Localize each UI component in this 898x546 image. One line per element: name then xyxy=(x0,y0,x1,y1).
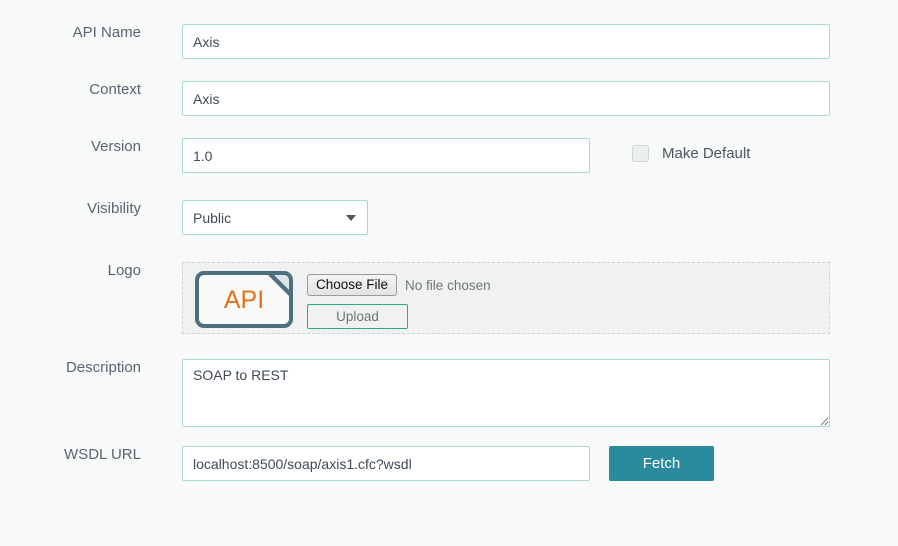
make-default-label: Make Default xyxy=(662,145,751,162)
form-row-logo: Logo API Choose File No file chosen Uplo… xyxy=(0,262,830,334)
visibility-label: Visibility xyxy=(87,200,141,217)
upload-button[interactable]: Upload xyxy=(307,304,408,329)
api-name-input[interactable] xyxy=(182,24,830,59)
visibility-field-wrap: Public xyxy=(182,200,368,235)
version-field-wrap xyxy=(182,138,590,173)
api-icon-text: API xyxy=(223,286,265,314)
version-label: Version xyxy=(90,138,141,155)
description-label: Description xyxy=(65,359,141,376)
form-row-description: Description SOAP to REST xyxy=(0,359,830,427)
logo-label: Logo xyxy=(107,262,141,279)
wsdl-url-input[interactable] xyxy=(182,446,590,481)
context-label: Context xyxy=(89,81,141,98)
form-row-api-name: API Name xyxy=(0,24,830,59)
api-document-icon: API xyxy=(195,271,293,328)
api-create-form: API Name Context Version Make Default Vi… xyxy=(0,0,898,546)
make-default-checkbox[interactable] xyxy=(632,145,649,162)
form-row-version: Version xyxy=(0,138,590,173)
logo-field-wrap: API Choose File No file chosen Upload xyxy=(182,262,830,334)
description-textarea[interactable]: SOAP to REST xyxy=(182,359,830,427)
api-name-label: API Name xyxy=(72,24,141,41)
fetch-button[interactable]: Fetch xyxy=(609,446,714,481)
make-default-checkbox-row[interactable]: Make Default xyxy=(632,145,750,162)
visibility-select-wrap[interactable]: Public xyxy=(182,200,368,235)
choose-file-button[interactable]: Choose File xyxy=(307,274,398,296)
form-row-context: Context xyxy=(0,81,830,116)
context-field-wrap xyxy=(182,81,830,116)
logo-controls: Choose File No file chosen Upload xyxy=(307,271,491,329)
no-file-chosen-text: No file chosen xyxy=(405,277,491,293)
version-input[interactable] xyxy=(182,138,590,173)
wsdl-url-field-wrap: Fetch xyxy=(182,446,714,481)
visibility-select[interactable]: Public xyxy=(182,200,368,235)
logo-upload-panel: API Choose File No file chosen Upload xyxy=(182,262,830,334)
form-row-wsdl-url: WSDL URL Fetch xyxy=(0,446,714,481)
description-field-wrap: SOAP to REST xyxy=(182,359,830,427)
file-input-line: Choose File No file chosen xyxy=(307,274,491,296)
form-row-visibility: Visibility Public xyxy=(0,200,368,235)
wsdl-url-label: WSDL URL xyxy=(64,446,141,463)
api-name-field-wrap xyxy=(182,24,830,59)
context-input[interactable] xyxy=(182,81,830,116)
